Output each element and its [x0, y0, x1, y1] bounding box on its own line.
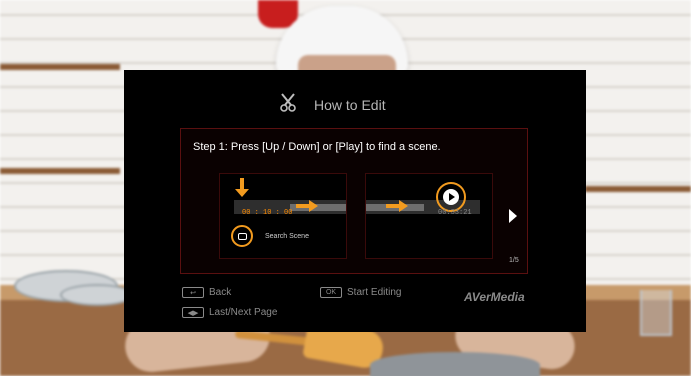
- ok-key-icon: OK: [320, 287, 342, 298]
- instruction-panel: Step 1: Press [Up / Down] or [Play] to f…: [180, 128, 528, 274]
- left-right-arrows-icon: ◀▶: [182, 307, 204, 318]
- right-arrow-icon: [296, 200, 318, 212]
- chevron-right-icon[interactable]: [509, 209, 517, 223]
- play-icon: [436, 182, 466, 212]
- up-down-button-icon: [231, 225, 253, 247]
- illustration-search-scene: 00 : 10 : 00 Search Scene: [219, 173, 347, 259]
- brand-logo: AVerMedia: [464, 290, 525, 304]
- step-instruction: Step 1: Press [Up / Down] or [Play] to f…: [193, 141, 441, 153]
- back-hint[interactable]: ↩ Back: [182, 287, 231, 298]
- last-next-hint[interactable]: ◀▶ Last/Next Page: [182, 307, 277, 318]
- bowl: [60, 284, 134, 306]
- right-arrow-icon: [386, 200, 408, 212]
- pan: [370, 352, 540, 376]
- illustration-play: 00:33:21: [365, 173, 493, 259]
- timecode: 00 : 10 : 00: [242, 209, 293, 217]
- glass: [640, 290, 672, 336]
- shelf-right: [585, 186, 691, 192]
- search-scene-label: Search Scene: [265, 233, 309, 240]
- page-indicator: 1/5: [509, 257, 519, 264]
- start-editing-hint[interactable]: OK Start Editing: [320, 287, 401, 298]
- screen: How to Edit Step 1: Press [Up / Down] or…: [0, 0, 691, 376]
- timecode: 00:33:21: [438, 209, 472, 217]
- dialog-header: How to Edit: [124, 70, 586, 128]
- back-label: Back: [209, 287, 232, 298]
- last-next-label: Last/Next Page: [209, 307, 278, 318]
- shelf-left-lower: [0, 168, 120, 174]
- start-editing-label: Start Editing: [347, 287, 402, 298]
- scissors-icon: [280, 93, 296, 112]
- back-arrow-icon: ↩: [182, 287, 204, 298]
- how-to-edit-dialog: How to Edit Step 1: Press [Up / Down] or…: [124, 70, 586, 332]
- dialog-title: How to Edit: [314, 97, 386, 113]
- down-arrow-icon: [235, 178, 249, 197]
- shelf-left: [0, 64, 120, 70]
